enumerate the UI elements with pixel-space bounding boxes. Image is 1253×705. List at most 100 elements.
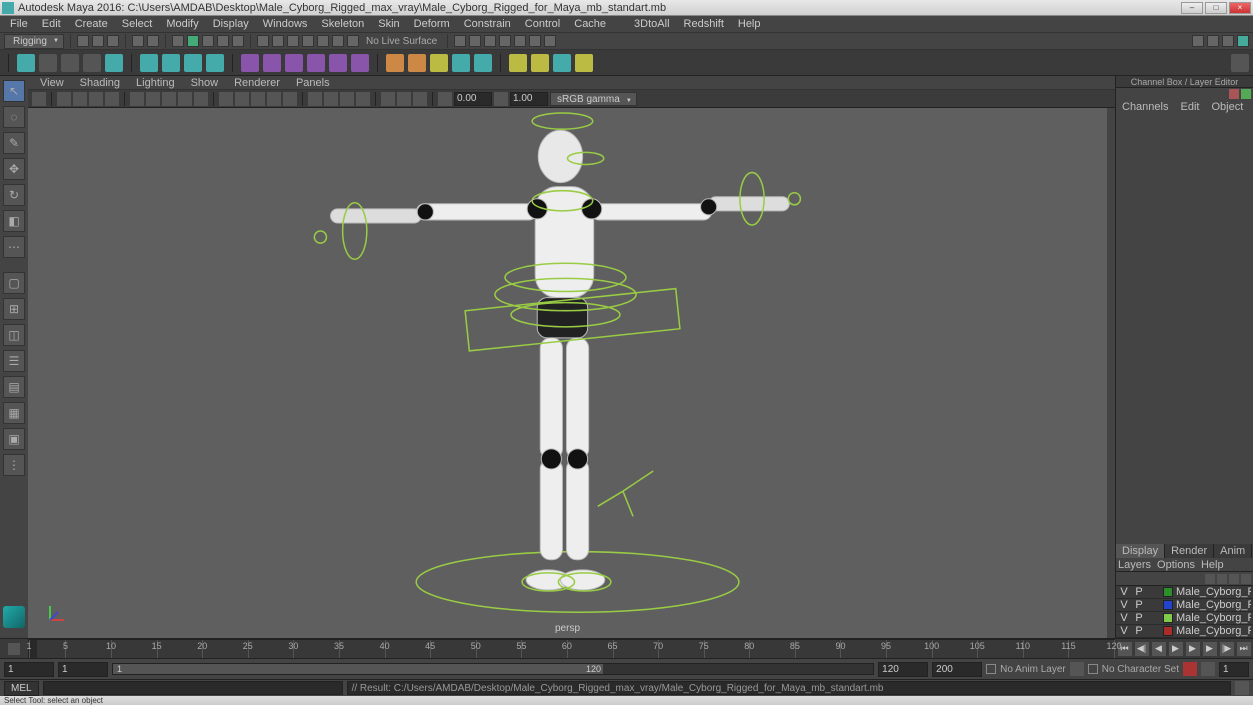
menu-constrain[interactable]: Constrain xyxy=(458,17,517,31)
scale-tool[interactable]: ◧ xyxy=(3,210,25,232)
script-editor-icon[interactable] xyxy=(1235,681,1249,695)
undo-icon[interactable] xyxy=(132,35,144,47)
shelf-hammer-icon[interactable] xyxy=(329,54,347,72)
select-by-object-icon[interactable] xyxy=(187,35,199,47)
panel-layout-icon[interactable] xyxy=(1207,35,1219,47)
xray-joints-icon[interactable] xyxy=(340,92,354,106)
layer-menu-layers[interactable]: Layers xyxy=(1118,559,1151,571)
shelf-joint-icon[interactable] xyxy=(140,54,158,72)
cb-tab-edit[interactable]: Edit xyxy=(1174,100,1205,114)
minimize-button[interactable]: – xyxy=(1181,2,1203,14)
smooth-shade-icon[interactable] xyxy=(235,92,249,106)
menu-file[interactable]: File xyxy=(4,17,34,31)
shelf-ik-icon[interactable] xyxy=(162,54,180,72)
menu-redshift[interactable]: Redshift xyxy=(678,17,730,31)
shelf-bind-icon[interactable] xyxy=(241,54,259,72)
prefs-icon[interactable] xyxy=(1201,662,1215,676)
vp-menu-show[interactable]: Show xyxy=(185,77,225,89)
playback-toggle[interactable]: P xyxy=(1133,625,1145,637)
grid-icon[interactable] xyxy=(130,92,144,106)
snap-curve-icon[interactable] xyxy=(272,35,284,47)
range-total-field[interactable] xyxy=(932,662,982,677)
shelf-quickrig-icon[interactable] xyxy=(553,54,571,72)
workspace-dropdown[interactable]: Rigging xyxy=(4,34,64,49)
shelf-pose-icon[interactable] xyxy=(575,54,593,72)
menu-modify[interactable]: Modify xyxy=(160,17,204,31)
open-scene-icon[interactable] xyxy=(92,35,104,47)
shelf-tool-icon[interactable] xyxy=(105,54,123,72)
color-management-dropdown[interactable]: sRGB gamma xyxy=(550,92,637,106)
exposure-icon[interactable] xyxy=(438,92,452,106)
snap-plane-icon[interactable] xyxy=(302,35,314,47)
dof-icon[interactable] xyxy=(413,92,427,106)
bookmark-icon[interactable] xyxy=(57,92,71,106)
move-up-icon[interactable] xyxy=(1205,574,1215,584)
shelf-editor-icon[interactable] xyxy=(1231,54,1249,72)
light-editor-icon[interactable] xyxy=(544,35,556,47)
visibility-toggle[interactable]: V xyxy=(1118,612,1130,624)
shelf-detach-icon[interactable] xyxy=(263,54,281,72)
panel-layout-icon[interactable] xyxy=(1237,35,1249,47)
shelf-lattice-icon[interactable] xyxy=(184,54,202,72)
snap-point-icon[interactable] xyxy=(287,35,299,47)
menu-help[interactable]: Help xyxy=(732,17,767,31)
strip-icon[interactable] xyxy=(1241,89,1251,99)
auto-key-icon[interactable] xyxy=(1183,662,1197,676)
image-plane-icon[interactable] xyxy=(73,92,87,106)
shelf-mirror-icon[interactable] xyxy=(307,54,325,72)
use-lights-icon[interactable] xyxy=(267,92,281,106)
timeline-track[interactable]: 1510152025303540455055606570758085909510… xyxy=(28,639,1115,659)
panel-layout-icon[interactable] xyxy=(1222,35,1234,47)
layout-two-icon[interactable]: ◫ xyxy=(3,324,25,346)
wireframe-icon[interactable] xyxy=(219,92,233,106)
go-end-icon[interactable]: ⏭ xyxy=(1237,642,1251,656)
menu-deform[interactable]: Deform xyxy=(408,17,456,31)
shelf-cluster-icon[interactable] xyxy=(206,54,224,72)
snap-grid-icon[interactable] xyxy=(257,35,269,47)
layer-menu-options[interactable]: Options xyxy=(1157,559,1195,571)
layer-menu-help[interactable]: Help xyxy=(1201,559,1224,571)
command-input[interactable] xyxy=(43,681,343,695)
cb-tab-channels[interactable]: Channels xyxy=(1116,100,1174,114)
ipr-render-icon[interactable] xyxy=(499,35,511,47)
play-back-icon[interactable]: ▶ xyxy=(1169,642,1183,656)
aa-icon[interactable] xyxy=(381,92,395,106)
menu-windows[interactable]: Windows xyxy=(257,17,314,31)
menu-skin[interactable]: Skin xyxy=(372,17,405,31)
layer-tab-display[interactable]: Display xyxy=(1116,544,1165,558)
menu-skeleton[interactable]: Skeleton xyxy=(315,17,370,31)
range-slider[interactable]: 1 120 xyxy=(112,663,874,675)
2d-pan-icon[interactable] xyxy=(89,92,103,106)
command-language-label[interactable]: MEL xyxy=(4,681,39,696)
last-tool[interactable]: ⋯ xyxy=(3,236,25,258)
current-frame-field[interactable] xyxy=(1219,662,1249,677)
field-chart-icon[interactable] xyxy=(194,92,208,106)
menu-select[interactable]: Select xyxy=(116,17,159,31)
shelf-prune-icon[interactable] xyxy=(351,54,369,72)
menu-3dtoall[interactable]: 3DtoAll xyxy=(628,17,675,31)
lasso-tool[interactable]: ◌ xyxy=(3,106,25,128)
layer-row[interactable]: VPMale_Cyborg_Rigged_ xyxy=(1116,586,1253,599)
resolution-gate-icon[interactable] xyxy=(162,92,176,106)
playback-toggle[interactable]: P xyxy=(1133,586,1145,598)
menu-control[interactable]: Control xyxy=(519,17,566,31)
menu-display[interactable]: Display xyxy=(207,17,255,31)
render-settings-icon[interactable] xyxy=(514,35,526,47)
menu-create[interactable]: Create xyxy=(69,17,114,31)
shelf-humanik-icon[interactable] xyxy=(509,54,527,72)
new-layer-icon[interactable] xyxy=(1229,574,1239,584)
vp-menu-view[interactable]: View xyxy=(34,77,70,89)
close-button[interactable]: × xyxy=(1229,2,1251,14)
history-toggle-icon[interactable] xyxy=(454,35,466,47)
layout-single-icon[interactable]: ▢ xyxy=(3,272,25,294)
vp-menu-lighting[interactable]: Lighting xyxy=(130,77,181,89)
snap-live-icon[interactable] xyxy=(332,35,344,47)
exposure-field[interactable] xyxy=(454,92,492,106)
vp-menu-renderer[interactable]: Renderer xyxy=(228,77,286,89)
shelf-tool-icon[interactable] xyxy=(17,54,35,72)
rotate-tool[interactable]: ↻ xyxy=(3,184,25,206)
layer-tab-anim[interactable]: Anim xyxy=(1214,544,1252,558)
layer-tab-render[interactable]: Render xyxy=(1165,544,1214,558)
render-icon[interactable] xyxy=(484,35,496,47)
menu-edit[interactable]: Edit xyxy=(36,17,67,31)
